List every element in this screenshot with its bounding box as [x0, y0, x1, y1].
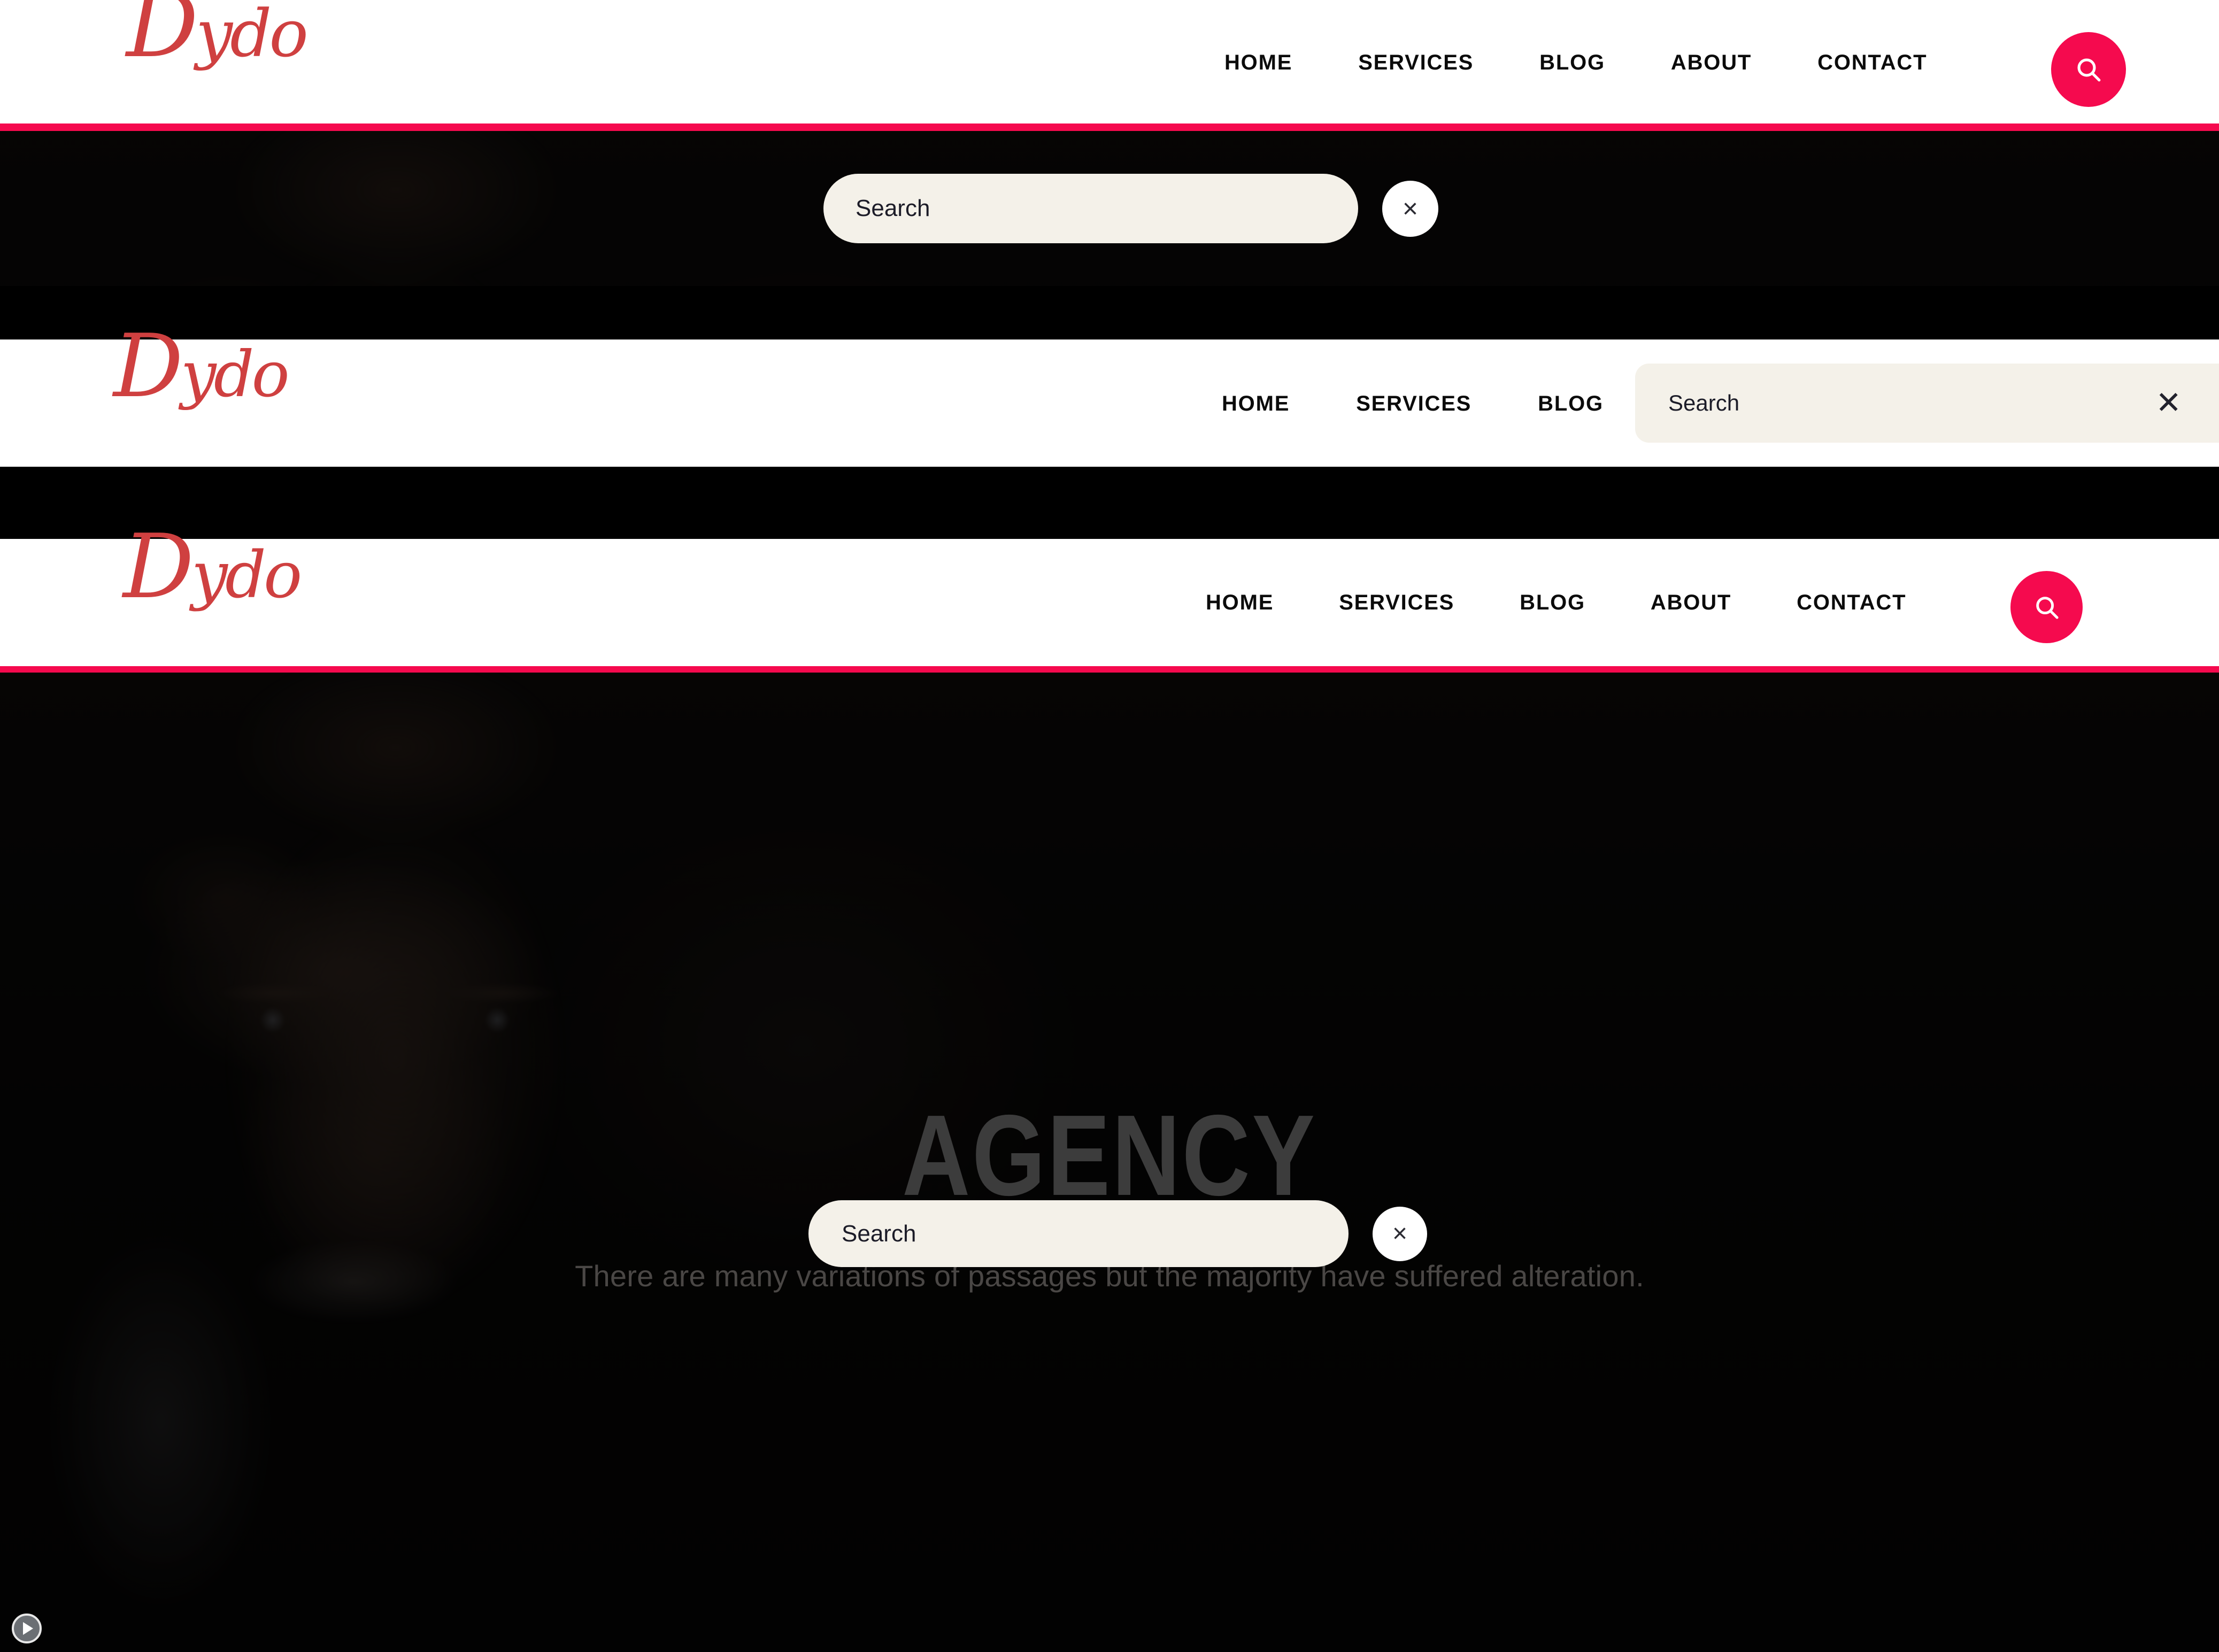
nav-item-contact[interactable]: CONTACT: [1797, 591, 1906, 615]
search-overlay-hero: ×: [808, 1200, 1427, 1267]
hero-content: AGENCY There are many variations of pass…: [0, 673, 2219, 1652]
nav-item-blog[interactable]: BLOG: [1520, 591, 1585, 615]
search-icon: [2074, 55, 2104, 84]
nav-item-home[interactable]: HOME: [1222, 392, 1290, 416]
nav-item-home[interactable]: HOME: [1224, 51, 1292, 75]
logo-initial: D: [123, 515, 194, 619]
spacer-band-middle: [0, 467, 2219, 539]
nav-primary: HOME SERVICES BLOG ABOUT CONTACT: [1224, 51, 1927, 75]
page-root: Dydo HOME SERVICES BLOG ABOUT CONTACT Se…: [0, 0, 2219, 1652]
play-icon: [23, 1622, 33, 1635]
search-close-button-top[interactable]: ×: [1382, 180, 1438, 237]
video-play-button[interactable]: [12, 1614, 42, 1643]
logo-rest: ydo: [180, 337, 290, 411]
header-secondary: Dydo HOME SERVICES BLOG ✕: [0, 323, 2219, 467]
logo-primary[interactable]: Dydo: [126, 0, 309, 70]
header-primary: Dydo HOME SERVICES BLOG ABOUT CONTACT: [0, 0, 2219, 123]
search-toggle-button-primary[interactable]: [2051, 32, 2126, 107]
nav-item-about[interactable]: ABOUT: [1671, 51, 1752, 75]
hero-title: AGENCY: [902, 1091, 1317, 1219]
logo-tertiary[interactable]: Dydo: [123, 523, 302, 612]
logo-rest: ydo: [196, 0, 309, 72]
logo-secondary[interactable]: Dydo: [113, 323, 290, 410]
spacer-band-top: [0, 286, 2219, 339]
search-input-top[interactable]: [823, 174, 1358, 243]
nav-item-home[interactable]: HOME: [1206, 591, 1274, 615]
nav-item-services[interactable]: SERVICES: [1358, 51, 1474, 75]
search-icon: [2032, 593, 2061, 622]
search-close-button-secondary[interactable]: ✕: [2155, 388, 2219, 419]
nav-item-blog[interactable]: BLOG: [1538, 392, 1604, 416]
search-toggle-button-tertiary[interactable]: [2010, 571, 2083, 643]
search-overlay-top: ×: [823, 174, 1438, 243]
logo-initial: D: [126, 0, 198, 78]
nav-item-contact[interactable]: CONTACT: [1817, 51, 1927, 75]
hero-section: AGENCY There are many variations of pass…: [0, 673, 2219, 1652]
search-input-secondary[interactable]: [1635, 390, 2156, 416]
nav-item-services[interactable]: SERVICES: [1356, 392, 1471, 416]
logo-initial: D: [113, 316, 183, 417]
nav-tertiary: HOME SERVICES BLOG ABOUT CONTACT: [1206, 591, 1906, 615]
search-close-button-hero[interactable]: ×: [1373, 1206, 1427, 1261]
inline-search-field: ✕: [1635, 364, 2219, 443]
nav-item-about[interactable]: ABOUT: [1651, 591, 1731, 615]
nav-item-blog[interactable]: BLOG: [1539, 51, 1605, 75]
search-input-hero[interactable]: [808, 1200, 1349, 1267]
accent-rule-primary: [0, 123, 2219, 131]
nav-secondary: HOME SERVICES BLOG: [1222, 392, 1604, 416]
nav-item-services[interactable]: SERVICES: [1339, 591, 1454, 615]
header-tertiary: Dydo HOME SERVICES BLOG ABOUT CONTACT: [0, 523, 2219, 666]
logo-rest: ydo: [191, 538, 302, 613]
